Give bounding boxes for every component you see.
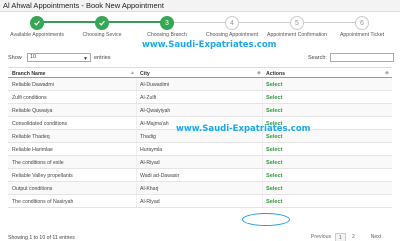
cell-city: Huraymla [140,147,163,153]
branches-table: Branch Name ▲ City ◆ Actions ◆ Reliable … [8,67,392,208]
wizard-step-1-label: Available Appointments [10,32,64,38]
select-button[interactable]: Select [266,134,282,140]
cell-branch-name: The conditions of Nasiryah [12,199,74,205]
table-row: Reliable Dawadmi Al-Duwadimi Select [8,78,392,91]
sort-icon[interactable]: ◆ [385,70,389,76]
show-label: Show [8,55,22,61]
pagination-next[interactable]: Next [366,233,386,241]
search-input[interactable] [330,53,394,62]
cell-city: Al-Kharj [140,186,159,192]
table-header: Branch Name ▲ City ◆ Actions ◆ [8,67,392,78]
wizard-step-4: 4 [225,16,239,30]
column-divider [262,195,263,207]
table-row: Reliable Harimlae Huraymla Select [8,143,392,156]
entries-select-value: 10 [30,54,37,60]
select-button[interactable]: Select [266,186,282,192]
column-divider [136,195,137,207]
wizard-step-1-check-icon [30,16,44,30]
select-button[interactable]: Select [266,95,282,101]
cell-branch-name: Zulfi conditions [12,95,47,101]
cell-branch-name: Reliable Thadeq [12,134,50,140]
wizard-step-2-label: Choosing Sevice [82,32,122,38]
wizard-step-2-check-icon [95,16,109,30]
table-controls: Show 10 ▼ entries Search: [8,53,394,63]
column-divider [136,156,137,168]
header-city[interactable]: City [140,71,150,77]
column-divider [136,117,137,129]
column-divider [136,182,137,194]
select-button[interactable]: Select [266,82,282,88]
watermark-top: www.Saudi-Expatriates.com [142,40,277,50]
column-divider [136,91,137,103]
cell-city: Al-Riyad [140,160,160,166]
header-actions: Actions [266,71,286,77]
cell-branch-name: Reliable Harimlae [12,147,53,153]
wizard-step-5-label: Appointment Confirmation [267,32,327,38]
column-divider [262,78,263,90]
pagination-previous[interactable]: Previous [310,233,332,241]
wizard-step-3: 3 [160,16,174,30]
column-divider [262,143,263,155]
cell-branch-name: Output conditions [12,186,53,192]
cell-branch-name: The conditions of exile [12,160,64,166]
table-row: The conditions of Nasiryah Al-Riyad Select [8,195,392,208]
booking-wizard: 3 4 5 6 Available Appointments Choosing … [0,13,400,41]
table-row: The conditions of exile Al-Riyad Select [8,156,392,169]
select-button[interactable]: Select [266,160,282,166]
sort-icon[interactable]: ◆ [257,70,261,76]
header-branch-name[interactable]: Branch Name [12,71,45,77]
table-row: Reliable Valley propellants Wadi ad-Dawas… [8,169,392,182]
pagination-page-1[interactable]: 1 [335,233,346,241]
sort-icon[interactable]: ▲ [130,70,135,76]
table-row: Reliable Quwaiya Al-Qwaiyiyah Select [8,104,392,117]
window-title: Al Ahwal Appointments - Book New Appoint… [3,1,164,10]
select-button[interactable]: Select [266,173,282,179]
entries-select[interactable]: 10 ▼ [27,53,91,62]
wizard-step-5: 5 [290,16,304,30]
cell-branch-name: Reliable Valley propellants [12,173,73,179]
column-divider [262,91,263,103]
select-button[interactable]: Select [266,147,282,153]
cell-branch-name: Consolidated conditions [12,121,68,127]
table-body: Reliable Dawadmi Al-Duwadimi Select Zulfi c… [8,78,392,208]
search-label: Search: [308,55,327,61]
highlight-circle [242,213,290,226]
cell-city: Al-Zulfi [140,95,157,101]
select-button[interactable]: Select [266,199,282,205]
table-row: Zulfi conditions Al-Zulfi Select [8,91,392,104]
column-divider [136,104,137,116]
cell-city: Al-Riyad [140,199,160,205]
column-divider [136,169,137,181]
wizard-step-6-label: Appointment Ticket [339,32,385,38]
column-divider [136,130,137,142]
column-divider [262,104,263,116]
table-row: Output conditions Al-Kharj Select [8,182,392,195]
cell-branch-name: Reliable Dawadmi [12,82,54,88]
watermark-middle: www.Saudi-Expatriates.com [176,124,311,134]
column-divider [262,169,263,181]
column-divider [262,156,263,168]
wizard-step-4-label: Choosing Appointment [205,32,259,38]
cell-city: Al-Duwadimi [140,82,170,88]
cell-branch-name: Reliable Quwaiya [12,108,53,114]
wizard-step-3-label: Choosing Branch [147,32,187,38]
cell-city: Thadig [140,134,156,140]
table-footer: Showing 1 to 10 of 11 entries Previous 1… [8,232,392,241]
entries-label: entries [94,55,111,61]
entries-info: Showing 1 to 10 of 11 entries [8,235,75,241]
column-divider [136,143,137,155]
cell-city: Wadi ad-Dawasir [140,173,180,179]
wizard-progress-line-todo [167,22,367,23]
column-divider [262,182,263,194]
wizard-step-6: 6 [355,16,369,30]
cell-city: Al-Qwaiyiyah [140,108,171,114]
column-divider [136,78,137,90]
window-titlebar: Al Ahwal Appointments - Book New Appoint… [0,0,400,12]
cell-city: Al-Majma'ah [140,121,169,127]
select-button[interactable]: Select [266,108,282,114]
pagination-page-2[interactable]: 2 [348,233,359,241]
chevron-down-icon: ▼ [83,56,88,62]
